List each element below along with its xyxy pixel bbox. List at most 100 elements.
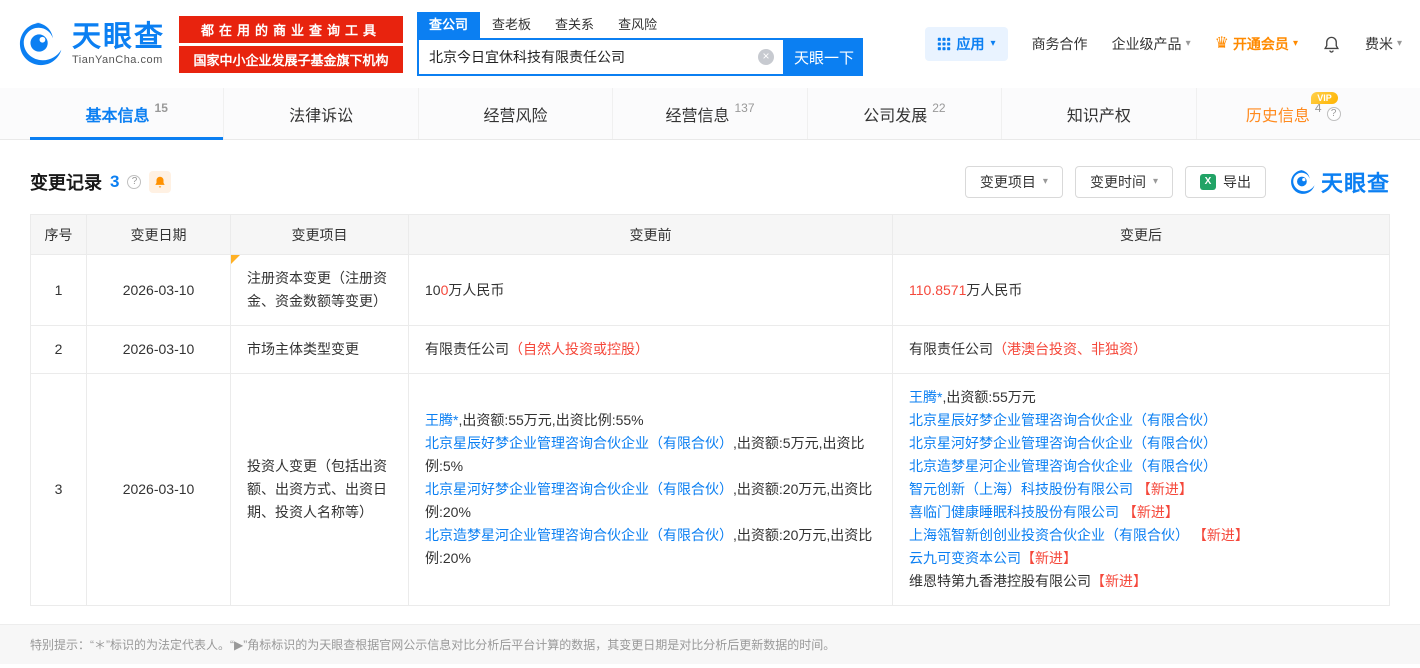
cell-line: 北京造梦星河企业管理咨询合伙企业（有限合伙） <box>909 455 1373 478</box>
cell-line: 云九可变资本公司【新进】 <box>909 547 1373 570</box>
username-label: 费米 <box>1365 34 1393 54</box>
tab-label: 基本信息 <box>86 102 150 126</box>
header-item: 变更项目 <box>231 215 409 255</box>
header-right-menu: 应用 ▾ 商务合作 企业级产品 ▾ ♛ 开通会员 ▾ 费米 ▾ <box>925 27 1402 61</box>
header-after: 变更后 <box>893 215 1390 255</box>
chevron-down-icon: ▾ <box>1153 177 1158 187</box>
company-link[interactable]: 北京星河好梦企业管理咨询合伙企业（有限合伙） <box>425 481 733 497</box>
before-change-cell: 王腾*,出资额:55万元,出资比例:55% 北京星辰好梦企业管理咨询合伙企业（有限… <box>409 374 893 606</box>
cell-line: 有限责任公司（港澳台投资、非独资） <box>909 338 1373 361</box>
open-vip-menu[interactable]: ♛ 开通会员 ▾ <box>1215 34 1298 54</box>
tab-label: 经营信息 <box>665 102 729 126</box>
notification-bell-icon[interactable] <box>1322 35 1341 54</box>
company-link[interactable]: 北京星河好梦企业管理咨询合伙企业（有限合伙） <box>909 435 1217 451</box>
cell-text: ,出资额:55万元 <box>942 389 1035 405</box>
cell-line: 北京星辰好梦企业管理咨询合伙企业（有限合伙） <box>909 409 1373 432</box>
company-link[interactable]: 喜临门健康睡眠科技股份有限公司 <box>909 504 1119 520</box>
company-link[interactable]: 智元创新（上海）科技股份有限公司 <box>909 481 1133 497</box>
search-tab-relation[interactable]: 查关系 <box>543 12 606 38</box>
subscribe-bell-icon[interactable] <box>149 171 171 193</box>
company-link[interactable]: 北京造梦星河企业管理咨询合伙企业（有限合伙） <box>909 458 1217 474</box>
change-record-table: 序号 变更日期 变更项目 变更前 变更后 12026-03-10注册资本变更（注… <box>30 214 1390 606</box>
row-no-cell: 3 <box>31 374 87 606</box>
tianyancha-logo[interactable]: 天眼查 TianYanCha.com <box>18 21 165 67</box>
tab-operation-info[interactable]: 经营信息 137 <box>612 88 806 139</box>
grid-icon <box>937 37 951 51</box>
change-record-header: 变更记录 3 ? 变更项目 ▾ 变更时间 ▾ X 导出 天眼查 <box>30 166 1390 198</box>
company-link[interactable]: 北京星辰好梦企业管理咨询合伙企业（有限合伙） <box>425 435 733 451</box>
export-button[interactable]: X 导出 <box>1185 166 1266 198</box>
section-help-icon[interactable]: ? <box>127 175 141 189</box>
cell-text: （自然人投资或控股） <box>509 341 649 357</box>
cell-line: 北京星河好梦企业管理咨询合伙企业（有限合伙） <box>909 432 1373 455</box>
tab-label: 历史信息 <box>1246 102 1310 126</box>
cell-text: 万人民币 <box>966 282 1022 298</box>
chevron-down-icon: ▾ <box>1043 177 1048 187</box>
change-item-text: 市场主体类型变更 <box>247 341 359 357</box>
filter-label: 变更项目 <box>980 172 1036 192</box>
clear-icon[interactable]: × <box>758 49 774 65</box>
row-date-cell: 2026-03-10 <box>87 374 231 606</box>
apps-label: 应用 <box>957 34 985 54</box>
company-link[interactable]: 云九可变资本公司 <box>909 550 1021 566</box>
table-header-row: 序号 变更日期 变更项目 变更前 变更后 <box>31 215 1390 255</box>
tab-company-development[interactable]: 公司发展 22 <box>807 88 1001 139</box>
company-link[interactable]: 北京造梦星河企业管理咨询合伙企业（有限合伙） <box>425 527 733 543</box>
cell-line: 维恩特第九香港控股有限公司【新进】 <box>909 570 1373 593</box>
logo-text-cn: 天眼查 <box>72 22 165 52</box>
search-tab-company[interactable]: 查公司 <box>417 12 480 38</box>
tab-count: 15 <box>155 101 168 115</box>
user-menu[interactable]: 费米 ▾ <box>1365 34 1402 54</box>
business-cooperation-link[interactable]: 商务合作 <box>1032 34 1088 54</box>
watermark-text: 天眼查 <box>1321 166 1390 198</box>
before-change-cell: 有限责任公司（自然人投资或控股） <box>409 326 893 374</box>
cell-text: 110.8571 <box>909 282 966 298</box>
brand-slogan: 都在用的商业查询工具 国家中小企业发展子基金旗下机构 <box>179 16 403 73</box>
row-no-cell: 1 <box>31 255 87 326</box>
filter-change-item-button[interactable]: 变更项目 ▾ <box>965 166 1063 198</box>
search-tab-boss[interactable]: 查老板 <box>480 12 543 38</box>
cell-line: 喜临门健康睡眠科技股份有限公司 【新进】 <box>909 501 1373 524</box>
tab-operation-risk[interactable]: 经营风险 <box>418 88 612 139</box>
cell-line: 有限责任公司（自然人投资或控股） <box>425 338 876 361</box>
search-input[interactable] <box>419 40 783 74</box>
company-link[interactable]: 王腾* <box>909 389 942 405</box>
cell-text: 【新进】 <box>1137 481 1193 497</box>
table-row: 22026-03-10市场主体类型变更有限责任公司（自然人投资或控股）有限责任公… <box>31 326 1390 374</box>
filter-label: 变更时间 <box>1090 172 1146 192</box>
tab-basic-info[interactable]: 基本信息 15 <box>30 88 223 139</box>
tab-count: 22 <box>932 101 945 115</box>
excel-icon: X <box>1200 174 1216 190</box>
cell-text: 【新进】 <box>1123 504 1179 520</box>
table-row: 32026-03-10 投资人变更（包括出资额、出资方式、出资日期、投资人名称等）… <box>31 374 1390 606</box>
search-area: 查公司 查老板 查关系 查风险 × 天眼一下 <box>417 12 863 76</box>
tab-history-info[interactable]: VIP 历史信息 4 ? <box>1196 88 1390 139</box>
search-button[interactable]: 天眼一下 <box>785 38 863 76</box>
chevron-down-icon: ▾ <box>1186 39 1191 49</box>
cell-line: 王腾*,出资额:55万元,出资比例:55% <box>425 409 876 432</box>
open-vip-label: 开通会员 <box>1233 34 1289 54</box>
history-help-icon[interactable]: ? <box>1327 107 1341 121</box>
filter-change-time-button[interactable]: 变更时间 ▾ <box>1075 166 1173 198</box>
cell-text: 有限责任公司 <box>909 341 993 357</box>
vip-badge: VIP <box>1311 92 1338 104</box>
cell-line: 智元创新（上海）科技股份有限公司 【新进】 <box>909 478 1373 501</box>
search-input-wrap: × <box>417 38 785 76</box>
company-link[interactable]: 北京星辰好梦企业管理咨询合伙企业（有限合伙） <box>909 412 1217 428</box>
cell-text: 万人民币 <box>448 282 504 298</box>
chevron-down-icon: ▾ <box>991 39 996 49</box>
change-item-cell: 市场主体类型变更 <box>231 326 409 374</box>
section-title: 变更记录 <box>30 169 102 195</box>
apps-button[interactable]: 应用 ▾ <box>925 27 1008 61</box>
tab-intellectual-property[interactable]: 知识产权 <box>1001 88 1195 139</box>
cell-line: 100万人民币 <box>425 279 876 302</box>
search-tab-risk[interactable]: 查风险 <box>606 12 669 38</box>
company-link[interactable]: 王腾* <box>425 412 458 428</box>
tab-legal-litigation[interactable]: 法律诉讼 <box>223 88 417 139</box>
change-item-text: 投资人变更（包括出资额、出资方式、出资日期、投资人名称等） <box>247 458 387 520</box>
computed-data-corner-icon <box>231 255 240 264</box>
export-label: 导出 <box>1223 172 1251 192</box>
enterprise-product-menu[interactable]: 企业级产品 ▾ <box>1112 34 1191 54</box>
company-link[interactable]: 上海瓴智新创创业投资合伙企业（有限合伙） <box>909 527 1189 543</box>
change-table-body: 12026-03-10注册资本变更（注册资金、资金数额等变更）100万人民币11… <box>31 255 1390 606</box>
